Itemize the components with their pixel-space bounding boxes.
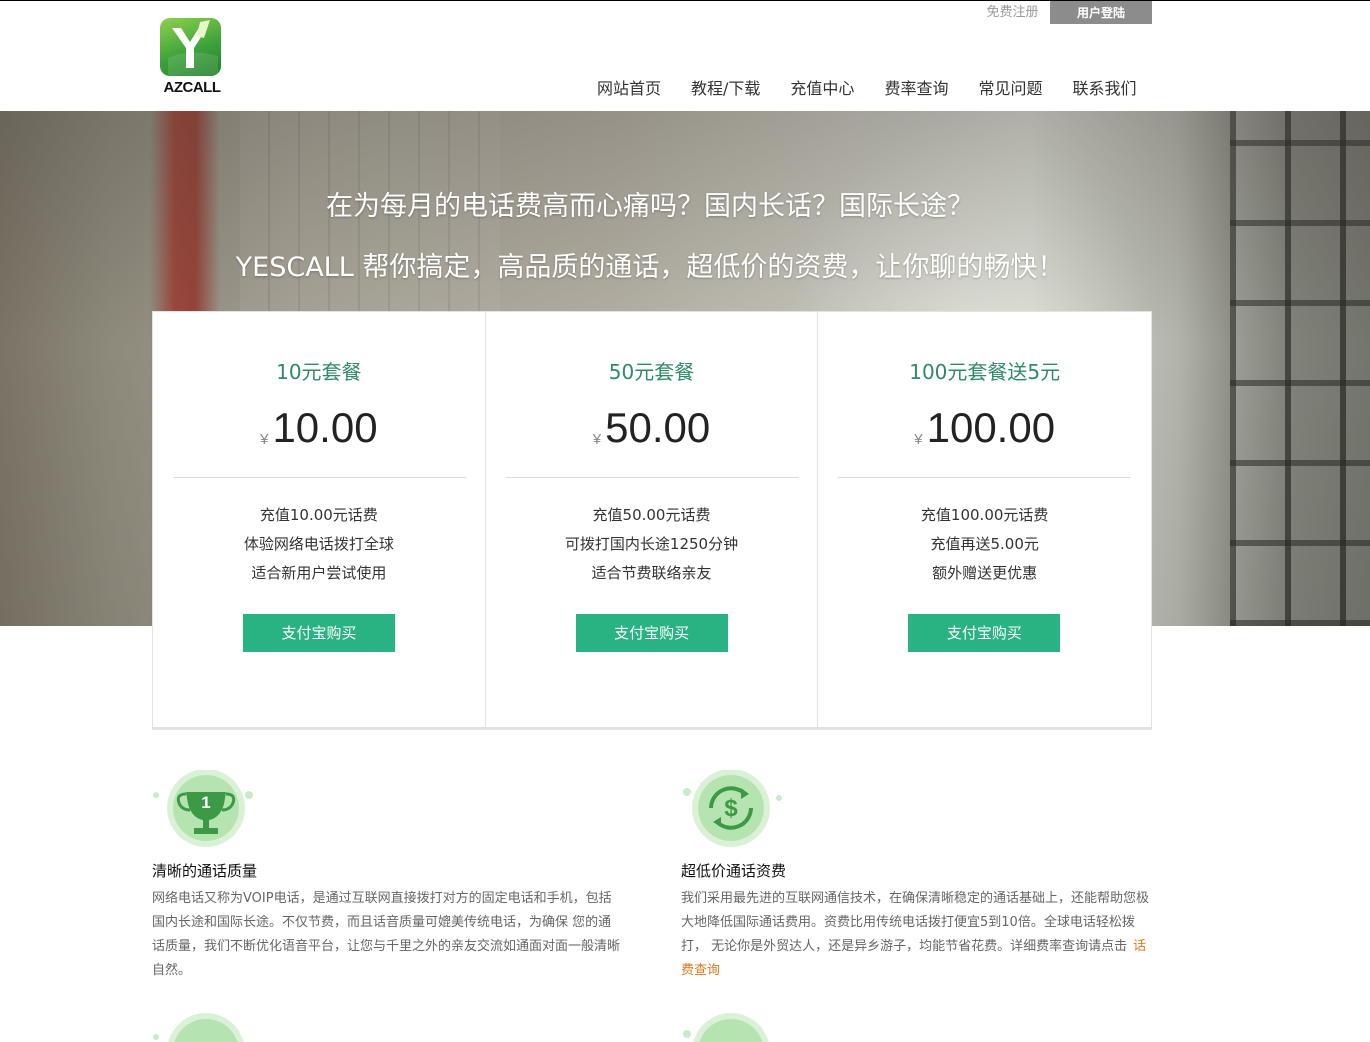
feature-text: 我们采用最先进的互联网通信技术，在确保清晰稳定的通话基础上，还能帮助您极大地降低… — [681, 887, 1151, 983]
feature-low-rates: $ 超低价通话资费 我们采用最先进的互联网通信技术，在确保清晰稳定的通话基础上，… — [681, 769, 1151, 983]
feature-text-body: 我们采用最先进的互联网通信技术，在确保清晰稳定的通话基础上，还能帮助您极大地降低… — [681, 891, 1150, 954]
package-list: 10元套餐 ¥10.00 充值10.00元话费 体验网络电话拨打全球 适合新用户… — [152, 311, 1152, 730]
package-price: ¥100.00 — [818, 404, 1151, 452]
currency-symbol: ¥ — [260, 431, 269, 448]
account-links: 免费注册 用户登陆 — [975, 1, 1152, 25]
feature-text: 网络电话又称为VOIP电话，是通过互联网直接拨打对方的固定电话和手机，包括国内长… — [152, 891, 621, 978]
nav-recharge[interactable]: 充值中心 — [775, 77, 869, 101]
package-title: 100元套餐送5元 — [909, 360, 1061, 384]
nav-rates[interactable]: 费率查询 — [869, 77, 963, 101]
package-desc-line: 可拨打国内长途1250分钟 — [564, 535, 739, 553]
currency-symbol: ¥ — [914, 431, 923, 448]
logo[interactable]: AZCALL — [160, 18, 224, 98]
nav-contact[interactable]: 联系我们 — [1057, 77, 1151, 101]
package-desc-line: 充值50.00元话费 — [592, 506, 711, 524]
package-desc-line: 适合节费联络亲友 — [591, 564, 712, 582]
currency-symbol: ¥ — [592, 431, 602, 448]
package-description: 充值50.00元话费 可拨打国内长途1250分钟 适合节费联络亲友 — [486, 501, 818, 588]
package-desc-line: 体验网络电话拨打全球 — [243, 535, 394, 553]
package-desc-line: 适合新用户尝试使用 — [251, 564, 387, 582]
main-nav: 网站首页 教程/下载 充值中心 费率查询 常见问题 联系我们 — [582, 77, 1151, 101]
nav-home[interactable]: 网站首页 — [582, 77, 676, 101]
feature-title: 超低价通话资费 — [681, 862, 787, 880]
price-value: 100.00 — [926, 404, 1056, 451]
logo-mark-icon — [160, 18, 221, 76]
login-button[interactable]: 用户登陆 — [1050, 1, 1152, 24]
divider — [838, 477, 1132, 478]
package-desc-line: 充值10.00元话费 — [259, 506, 378, 524]
feature-icon-partial — [681, 1012, 785, 1042]
nav-tutorial-download[interactable]: 教程/下载 — [676, 77, 775, 101]
package-description: 充值10.00元话费 体验网络电话拨打全球 适合新用户尝试使用 — [153, 501, 485, 588]
package-card: 100元套餐送5元 ¥100.00 充值100.00元话费 充值再送5.00元 … — [818, 312, 1151, 727]
nav-faq[interactable]: 常见问题 — [963, 77, 1057, 101]
package-card: 50元套餐 ¥50.00 充值50.00元话费 可拨打国内长途1250分钟 适合… — [486, 312, 819, 727]
svg-text:$: $ — [724, 795, 738, 822]
banner-slogan-1: 在为每月的电话费高而心痛吗？国内长话？国际长途？ — [326, 191, 974, 222]
package-price: ¥50.00 — [486, 404, 818, 452]
package-card: 10元套餐 ¥10.00 充值10.00元话费 体验网络电话拨打全球 适合新用户… — [153, 312, 486, 727]
alipay-buy-button[interactable]: 支付宝购买 — [575, 614, 728, 652]
feature-call-quality: 1 清晰的通话质量 网络电话又称为VOIP电话，是通过互联网直接拨打对方的固定电… — [152, 769, 622, 983]
package-price: ¥10.00 — [153, 404, 485, 452]
package-title: 50元套餐 — [608, 360, 695, 384]
package-title: 10元套餐 — [276, 360, 362, 384]
svg-text:1: 1 — [201, 793, 210, 812]
trophy-icon: 1 — [152, 769, 256, 850]
alipay-buy-button[interactable]: 支付宝购买 — [908, 614, 1061, 652]
logo-text: AZCALL — [163, 79, 222, 96]
dollar-exchange-icon: $ — [681, 769, 785, 850]
feature-icon-partial — [152, 1012, 256, 1042]
package-desc-line: 充值100.00元话费 — [920, 506, 1049, 524]
price-value: 10.00 — [272, 404, 378, 451]
package-desc-line: 额外赠送更优惠 — [932, 564, 1038, 582]
price-value: 50.00 — [605, 404, 711, 451]
divider — [505, 477, 799, 478]
feature-title: 清晰的通话质量 — [152, 862, 258, 880]
alipay-buy-button[interactable]: 支付宝购买 — [243, 614, 395, 652]
package-description: 充值100.00元话费 充值再送5.00元 额外赠送更优惠 — [818, 501, 1151, 588]
banner-slogan-2: YESCALL 帮你搞定，高品质的通话，超低价的资费，让你聊的畅快！ — [235, 252, 1065, 283]
register-link[interactable]: 免费注册 — [975, 1, 1050, 25]
package-desc-line: 充值再送5.00元 — [930, 535, 1039, 553]
site-header: AZCALL 免费注册 用户登陆 网站首页 教程/下载 充值中心 费率查询 常见… — [0, 1, 1370, 111]
divider — [173, 477, 466, 478]
